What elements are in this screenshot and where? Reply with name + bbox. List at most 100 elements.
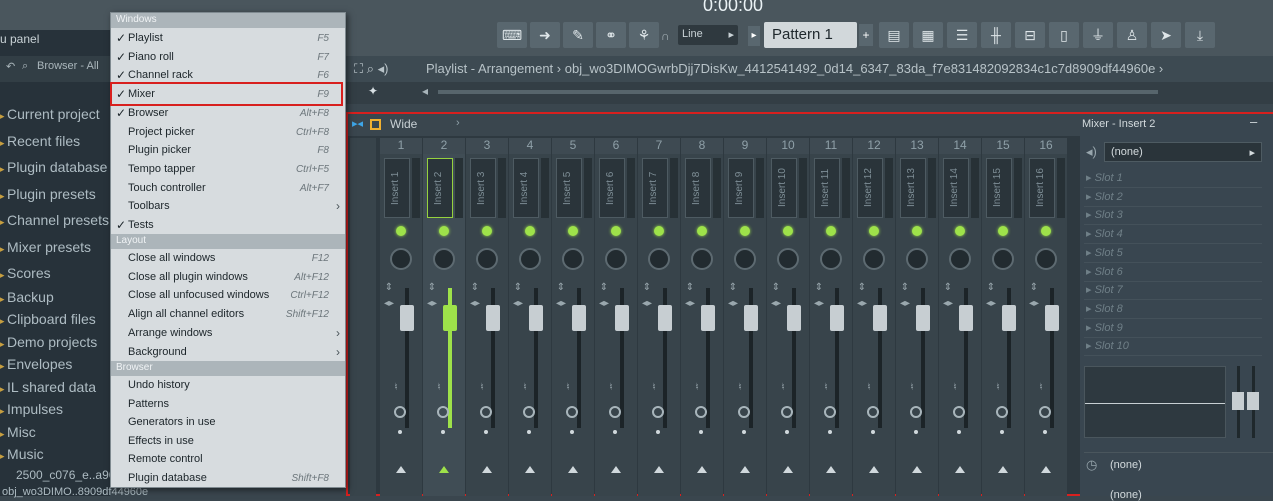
stereo-icon[interactable] [609,406,621,418]
mute-led[interactable] [568,226,578,236]
stereo-icon[interactable] [566,406,578,418]
pan-knob[interactable] [1035,248,1057,270]
insert-faders[interactable] [1232,366,1268,438]
volume-fader[interactable] [1045,305,1059,331]
mute-led[interactable] [654,226,664,236]
pan-knob[interactable] [605,248,627,270]
mute-led[interactable] [611,226,621,236]
send-arrow-icon[interactable] [525,466,535,473]
mixer-view-caret[interactable]: › [456,117,460,129]
send-arrow-icon[interactable] [482,466,492,473]
stereo-icon[interactable] [953,406,965,418]
volume-fader[interactable] [830,305,844,331]
browser-item[interactable]: ▸ Demo projects [0,334,97,350]
stereo-icon[interactable] [1039,406,1051,418]
browser-item[interactable]: ▸ Mixer presets [0,239,91,255]
playlist-window-icon[interactable]: ▤ [879,22,909,48]
browser-item[interactable]: ▸ Plugin presets [0,186,96,202]
menu-item-piano-roll[interactable]: ✓ Piano roll F7 [111,49,345,67]
plug-icon[interactable]: ⏚ [1083,22,1113,48]
stereo-icon[interactable] [867,406,879,418]
volume-fader[interactable] [572,305,586,331]
pencil-icon[interactable]: ✎ [563,22,593,48]
menu-item-arrange-windows[interactable]: Arrange windows › [111,325,345,343]
send-arrow-icon[interactable] [912,466,922,473]
pan-knob[interactable] [562,248,584,270]
browser-file-item[interactable]: 2500_c076_e..a967 [16,468,122,482]
wave-icon[interactable]: ✦ [368,84,378,98]
stereo-icon[interactable] [824,406,836,418]
volume-fader[interactable] [787,305,801,331]
browser-item[interactable]: ▸ Scores [0,265,51,281]
send-arrow-icon[interactable] [697,466,707,473]
back-icon[interactable]: ↶ [6,60,15,73]
effect-slot[interactable]: ▸ Slot 3 [1086,208,1123,221]
menu-item-patterns[interactable]: Patterns [111,396,345,414]
piano-roll-icon[interactable]: ▦ [913,22,943,48]
volume-fader[interactable] [916,305,930,331]
add-pattern-button[interactable]: + [859,24,873,46]
send-arrow-icon[interactable] [439,466,449,473]
menu-item-generators-in-use[interactable]: Generators in use [111,414,345,432]
menu-item-close-all-unfocused-windows[interactable]: Close all unfocused windows Ctrl+F12 [111,287,345,305]
insert-output-2[interactable]: (none) [1110,489,1142,501]
stereo-icon[interactable] [781,406,793,418]
menu-item-toolbars[interactable]: Toolbars › [111,198,345,216]
stereo-icon[interactable] [480,406,492,418]
stereo-icon[interactable] [437,406,449,418]
browser-item[interactable]: ▸ Recent files [0,133,80,149]
snap-select[interactable]: Line ▸ [678,25,738,45]
stereo-icon[interactable] [394,406,406,418]
send-arrow-icon[interactable] [955,466,965,473]
mute-led[interactable] [740,226,750,236]
effect-slot[interactable]: ▸ Slot 9 [1086,321,1123,334]
menu-item-browser[interactable]: ✓ Browser Alt+F8 [111,105,345,123]
pan-knob[interactable] [648,248,670,270]
volume-fader[interactable] [658,305,672,331]
stereo-icon[interactable] [695,406,707,418]
browser-item[interactable]: ▸ Clipboard files [0,311,96,327]
menu-item-background[interactable]: Background › [111,344,345,362]
browser-item[interactable]: ▸ Music [0,446,44,462]
menu-item-project-picker[interactable]: Project picker Ctrl+F8 [111,124,345,142]
minimize-icon[interactable]: – [1250,114,1257,129]
file-icon[interactable]: ▯ [1049,22,1079,48]
send-arrow-icon[interactable] [568,466,578,473]
pan-knob[interactable] [691,248,713,270]
menu-item-align-all-channel-editors[interactable]: Align all channel editors Shift+F12 [111,306,345,324]
effect-slot[interactable]: ▸ Slot 8 [1086,302,1123,315]
insert-output-1[interactable]: (none) [1110,459,1142,471]
menu-item-effects-in-use[interactable]: Effects in use [111,433,345,451]
pan-knob[interactable] [390,248,412,270]
browser-item[interactable]: ▸ Envelopes [0,356,72,372]
stereo-icon[interactable] [996,406,1008,418]
send-arrow-icon[interactable] [1041,466,1051,473]
mute-led[interactable] [955,226,965,236]
magnet-icon[interactable]: ∩ [661,29,670,43]
browser-item[interactable]: ▸ Channel presets [0,212,109,228]
mute-led[interactable] [525,226,535,236]
stereo-icon[interactable] [523,406,535,418]
pan-knob[interactable] [433,248,455,270]
send-arrow-icon[interactable] [396,466,406,473]
volume-fader[interactable] [486,305,500,331]
browser-item[interactable]: ▸ Impulses [0,401,63,417]
send-arrow-icon[interactable] [740,466,750,473]
download-icon[interactable]: ⤓ [1185,22,1215,48]
menu-item-plugin-picker[interactable]: Plugin picker F8 [111,142,345,160]
effect-slot[interactable]: ▸ Slot 4 [1086,227,1123,240]
mute-led[interactable] [482,226,492,236]
play-pattern-icon[interactable]: ▸ [748,26,760,46]
pattern-selector[interactable]: Pattern 1 [764,22,857,48]
eq-graph[interactable] [1084,366,1226,438]
mute-led[interactable] [869,226,879,236]
scroll-left-icon[interactable]: ◂ [422,84,428,98]
menu-item-tempo-tapper[interactable]: Tempo tapper Ctrl+F5 [111,161,345,179]
pan-knob[interactable] [820,248,842,270]
insert-preset-select[interactable]: (none) ▸ [1104,142,1262,162]
volume-fader[interactable] [1002,305,1016,331]
playlist-scrollbar[interactable] [438,90,1158,94]
stereo-icon[interactable] [738,406,750,418]
pan-knob[interactable] [777,248,799,270]
pan-knob[interactable] [519,248,541,270]
